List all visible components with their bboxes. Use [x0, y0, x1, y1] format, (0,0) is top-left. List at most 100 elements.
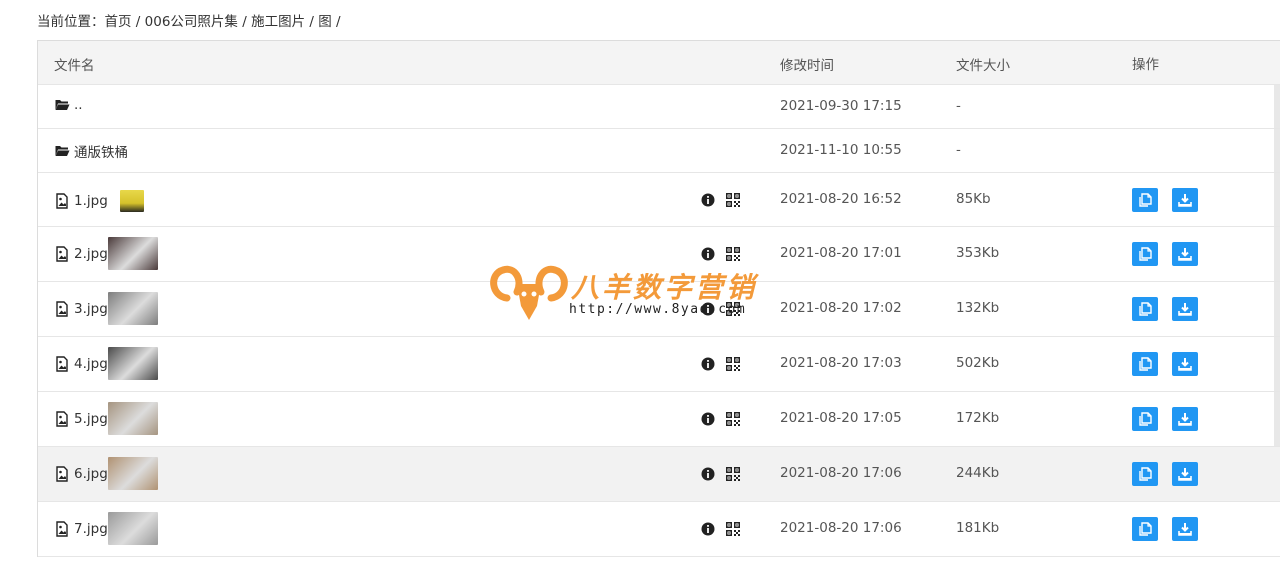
- copy-link-button[interactable]: [1132, 242, 1158, 266]
- breadcrumb: 当前位置：首页 / 006公司照片集 / 施工图片 / 图 /: [37, 10, 341, 30]
- qrcode-icon[interactable]: [726, 247, 740, 261]
- info-icon[interactable]: [701, 357, 715, 371]
- file-size: 244Kb: [956, 465, 1000, 481]
- info-icon[interactable]: [701, 412, 715, 426]
- file-size: 132Kb: [956, 300, 1000, 316]
- qrcode-icon[interactable]: [726, 412, 740, 426]
- download-button[interactable]: [1172, 242, 1198, 266]
- file-row: 6.jpg 2021-08-20 17:06 244Kb: [38, 447, 1280, 502]
- breadcrumb-album[interactable]: 006公司照片集: [145, 14, 238, 30]
- copy-link-button[interactable]: [1132, 297, 1158, 321]
- file-link[interactable]: 4.jpg: [74, 356, 108, 372]
- qrcode-icon[interactable]: [726, 357, 740, 371]
- copy-link-button[interactable]: [1132, 352, 1158, 376]
- header-modified[interactable]: 修改时间: [780, 54, 834, 74]
- folder-open-icon: [54, 97, 70, 113]
- download-button[interactable]: [1172, 407, 1198, 431]
- modified-time: 2021-08-20 16:52: [780, 191, 902, 207]
- download-icon: [1178, 303, 1192, 316]
- download-icon: [1178, 248, 1192, 261]
- table-body: .. 2021-09-30 17:15 - 通版铁桶 2021-11-10 10:55 -…: [38, 85, 1280, 557]
- file-link[interactable]: 7.jpg: [74, 521, 108, 537]
- folder-link[interactable]: 通版铁桶: [74, 141, 128, 161]
- breadcrumb-separator: /: [242, 14, 247, 30]
- file-size: 85Kb: [956, 191, 991, 207]
- copy-icon: [1139, 302, 1152, 316]
- header-actions: 操作: [1132, 57, 1159, 73]
- info-icon[interactable]: [701, 467, 715, 481]
- file-table: 文件名 修改时间 文件大小 操作 .. 2021-09-30 17:15- 通版铁桶…: [37, 40, 1280, 557]
- image-file-icon: [54, 410, 70, 427]
- file-size: 353Kb: [956, 245, 1000, 261]
- breadcrumb-prefix: 当前位置：: [37, 14, 105, 30]
- file-row: 5.jpg 2021-08-20 17:05 172Kb: [38, 392, 1280, 447]
- file-link[interactable]: 3.jpg: [74, 301, 108, 317]
- download-icon: [1178, 358, 1192, 371]
- file-row: 3.jpg 2021-08-20 17:02 132Kb: [38, 282, 1280, 337]
- info-icon[interactable]: [701, 193, 715, 207]
- file-link[interactable]: 2.jpg: [74, 246, 108, 262]
- name-cell: 1.jpg: [54, 190, 144, 212]
- thumbnail-image[interactable]: [107, 512, 158, 545]
- file-row: 1.jpg 2021-08-20 16:52 85Kb: [38, 173, 1280, 227]
- image-file-icon: [54, 355, 70, 372]
- modified-time: 2021-08-20 17:06: [780, 520, 902, 536]
- name-cell: 5.jpg: [54, 402, 158, 435]
- copy-icon: [1139, 412, 1152, 426]
- download-icon: [1178, 468, 1192, 481]
- file-link[interactable]: 1.jpg: [74, 193, 108, 209]
- thumbnail-image[interactable]: [119, 190, 144, 212]
- copy-link-button[interactable]: [1132, 188, 1158, 212]
- name-cell: 通版铁桶: [54, 141, 128, 161]
- modified-time: 2021-09-30 17:15: [780, 98, 902, 114]
- download-button[interactable]: [1172, 352, 1198, 376]
- qrcode-icon[interactable]: [726, 522, 740, 536]
- modified-time: 2021-08-20 17:01: [780, 245, 902, 261]
- image-file-icon: [54, 300, 70, 317]
- table-header: 文件名 修改时间 文件大小 操作: [38, 41, 1280, 85]
- info-icon[interactable]: [701, 247, 715, 261]
- thumbnail-image[interactable]: [107, 292, 158, 325]
- download-icon: [1178, 523, 1192, 536]
- file-link[interactable]: 6.jpg: [74, 466, 108, 482]
- qrcode-icon[interactable]: [726, 467, 740, 481]
- copy-icon: [1139, 247, 1152, 261]
- qrcode-icon[interactable]: [726, 302, 740, 316]
- copy-link-button[interactable]: [1132, 517, 1158, 541]
- breadcrumb-separator: /: [135, 14, 141, 30]
- breadcrumb-current[interactable]: 图: [318, 14, 332, 30]
- modified-time: 2021-08-20 17:02: [780, 300, 902, 316]
- qrcode-icon[interactable]: [726, 193, 740, 207]
- file-row: 4.jpg 2021-08-20 17:03 502Kb: [38, 337, 1280, 392]
- copy-link-button[interactable]: [1132, 462, 1158, 486]
- download-button[interactable]: [1172, 462, 1198, 486]
- thumbnail-image[interactable]: [107, 402, 158, 435]
- file-link[interactable]: 5.jpg: [74, 411, 108, 427]
- header-name[interactable]: 文件名: [54, 54, 95, 74]
- folder-open-icon: [54, 143, 70, 159]
- info-icon[interactable]: [701, 302, 715, 316]
- header-size[interactable]: 文件大小: [956, 54, 1010, 74]
- name-cell: 4.jpg: [54, 347, 158, 380]
- breadcrumb-construction[interactable]: 施工图片: [251, 14, 305, 30]
- download-button[interactable]: [1172, 517, 1198, 541]
- thumbnail-image[interactable]: [107, 237, 158, 270]
- info-icon[interactable]: [701, 522, 715, 536]
- image-file-icon: [54, 465, 70, 482]
- modified-time: 2021-11-10 10:55: [780, 142, 902, 158]
- image-file-icon: [54, 193, 70, 209]
- folder-link[interactable]: ..: [74, 97, 83, 113]
- download-button[interactable]: [1172, 297, 1198, 321]
- download-button[interactable]: [1172, 188, 1198, 212]
- breadcrumb-home[interactable]: 首页: [105, 14, 132, 30]
- copy-icon: [1139, 357, 1152, 371]
- copy-icon: [1139, 467, 1152, 481]
- file-row: 7.jpg 2021-08-20 17:06 181Kb: [38, 502, 1280, 557]
- name-cell: 7.jpg: [54, 512, 158, 545]
- modified-time: 2021-08-20 17:03: [780, 355, 902, 371]
- copy-link-button[interactable]: [1132, 407, 1158, 431]
- modified-time: 2021-08-20 17:05: [780, 410, 902, 426]
- thumbnail-image[interactable]: [107, 347, 158, 380]
- image-file-icon: [54, 245, 70, 262]
- thumbnail-image[interactable]: [107, 457, 158, 490]
